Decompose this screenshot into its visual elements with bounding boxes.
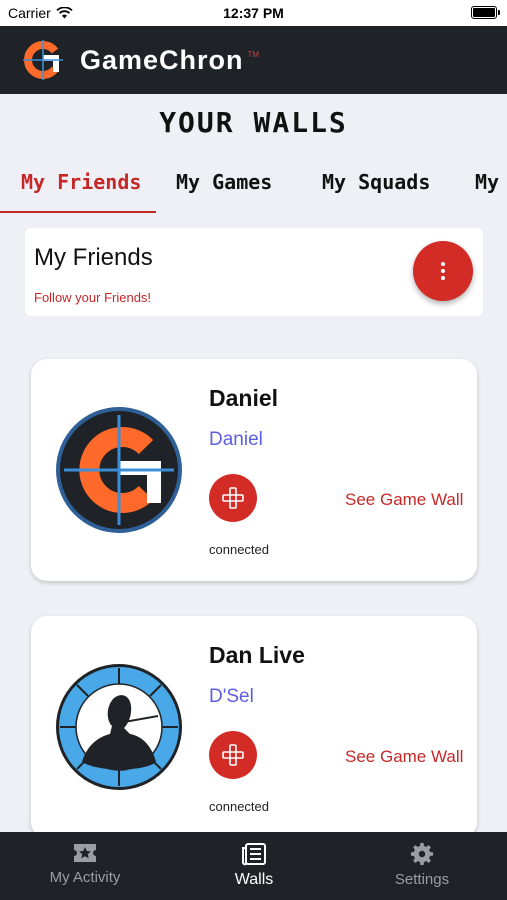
trademark: TM <box>247 49 260 59</box>
nav-label: Settings <box>394 871 450 888</box>
gear-icon <box>410 842 434 866</box>
ticket-star-icon <box>74 844 96 862</box>
tab-my-more[interactable]: My <box>475 170 499 194</box>
status-time: 12:37 PM <box>223 5 284 21</box>
section-title: My Friends <box>34 244 153 271</box>
status-bar: Carrier 12:37 PM <box>0 0 507 26</box>
section-card: My Friends Follow your Friends! <box>25 228 483 316</box>
nav-my-activity[interactable]: My Activity <box>20 842 150 886</box>
friend-card[interactable]: Daniel Daniel See Game Wall connected <box>31 359 477 581</box>
gamechron-logo-icon <box>23 40 63 80</box>
avatar <box>56 407 182 533</box>
page-title: YOUR WALLS <box>159 106 348 139</box>
connection-status: connected <box>209 799 269 814</box>
friend-handle[interactable]: D'Sel <box>209 686 254 708</box>
nav-label: Walls <box>234 871 274 888</box>
tab-my-friends[interactable]: My Friends <box>21 170 141 194</box>
bottom-nav: My Activity Walls Settings <box>0 832 507 900</box>
friend-name: Daniel <box>209 385 279 411</box>
friend-card[interactable]: Dan Live D'Sel See Game Wall connected <box>31 616 477 838</box>
nav-label: My Activity <box>49 869 121 886</box>
avatar <box>56 664 182 790</box>
app-name: GameChron <box>80 44 244 75</box>
more-vertical-icon <box>441 262 445 280</box>
gamepad-icon <box>222 487 244 509</box>
section-subtitle: Follow your Friends! <box>34 290 152 305</box>
game-button[interactable] <box>209 474 257 522</box>
active-tab-indicator <box>0 211 156 213</box>
friend-name: Dan Live <box>209 642 305 668</box>
more-options-button[interactable] <box>413 241 473 301</box>
see-game-wall-link[interactable]: See Game Wall <box>345 747 463 767</box>
wall-tabs: My Friends My Games My Squads My <box>0 160 507 214</box>
friend-handle[interactable]: Daniel <box>209 429 263 451</box>
game-button[interactable] <box>209 731 257 779</box>
battery-icon <box>471 6 500 19</box>
app-header: GameChron TM <box>0 26 507 94</box>
tab-my-squads[interactable]: My Squads <box>322 170 430 194</box>
newspaper-icon <box>242 843 266 866</box>
tab-my-games[interactable]: My Games <box>176 170 272 194</box>
nav-settings[interactable]: Settings <box>357 842 487 888</box>
see-game-wall-link[interactable]: See Game Wall <box>345 490 463 510</box>
nav-walls[interactable]: Walls <box>189 842 319 889</box>
gamepad-icon <box>222 744 244 766</box>
connection-status: connected <box>209 542 269 557</box>
